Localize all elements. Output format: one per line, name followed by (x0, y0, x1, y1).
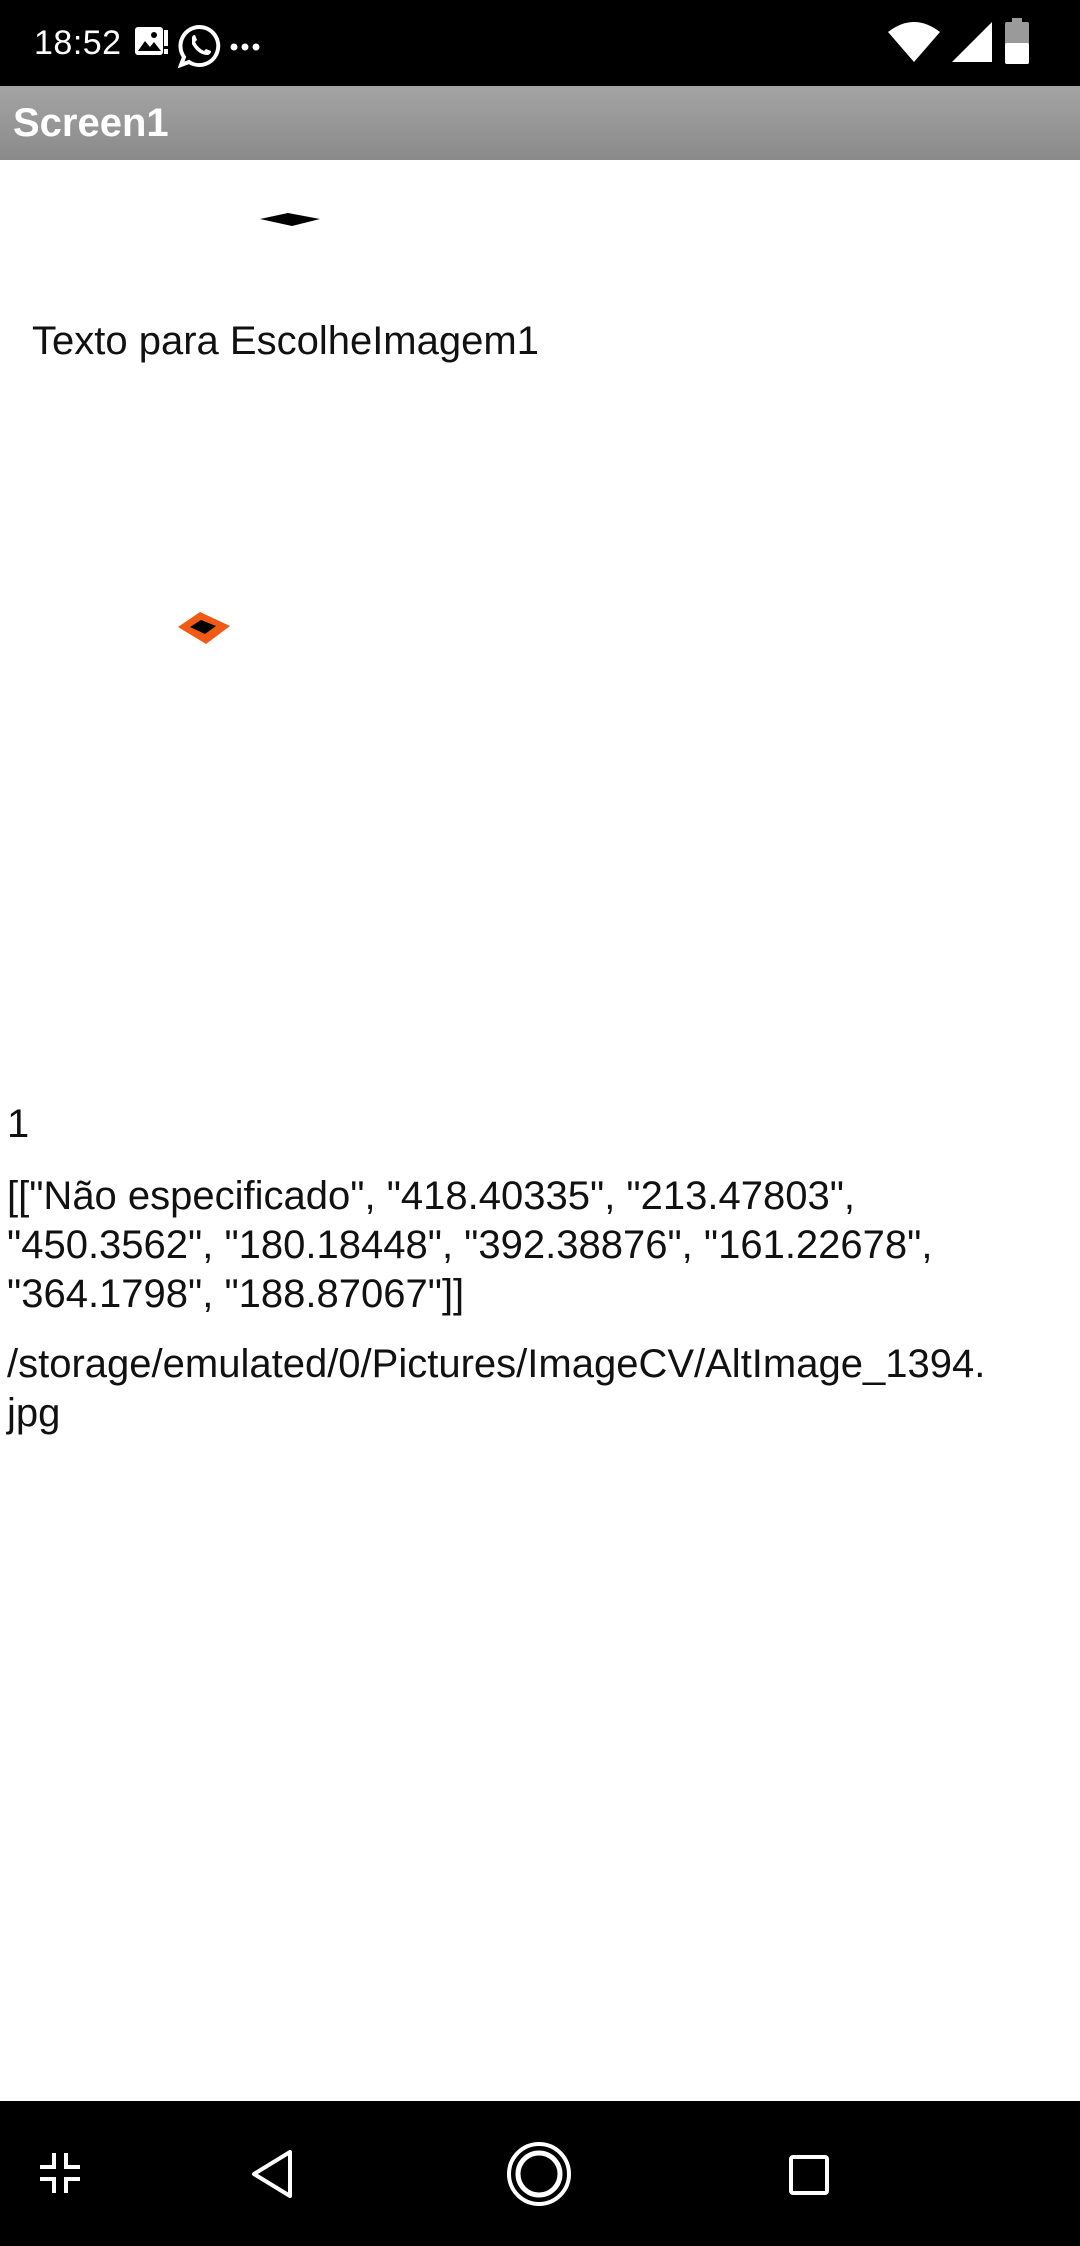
screen-title: Screen1 (13, 101, 169, 145)
home-icon[interactable] (505, 2140, 573, 2213)
status-bar: 18:52 (0, 0, 1080, 86)
screen-content: Texto para EscolheImagem1 1 [["Não espec… (0, 160, 1080, 2100)
image-picker-button[interactable]: Texto para EscolheImagem1 (32, 316, 539, 366)
gallery-notification-icon (134, 26, 170, 65)
collapse-icon[interactable] (38, 2151, 82, 2200)
battery-icon (1003, 18, 1031, 71)
more-notifications-icon (230, 38, 260, 56)
title-bar: Screen1 (0, 86, 1080, 160)
source-image (258, 209, 322, 236)
result-label: [["Não especificado", "418.40335", "213.… (7, 1174, 944, 1316)
wifi-icon (888, 22, 940, 67)
processed-image (176, 610, 232, 653)
whatsapp-icon (177, 24, 222, 73)
cell-signal-icon (952, 22, 992, 67)
navigation-bar (0, 2101, 1080, 2246)
status-time: 18:52 (34, 24, 122, 62)
count-label: 1 (7, 1102, 30, 1146)
back-icon[interactable] (248, 2148, 296, 2205)
image-path-label: /storage/emulated/0/Pictures/ImageCV/Alt… (7, 1342, 986, 1435)
recents-icon[interactable] (788, 2154, 830, 2201)
